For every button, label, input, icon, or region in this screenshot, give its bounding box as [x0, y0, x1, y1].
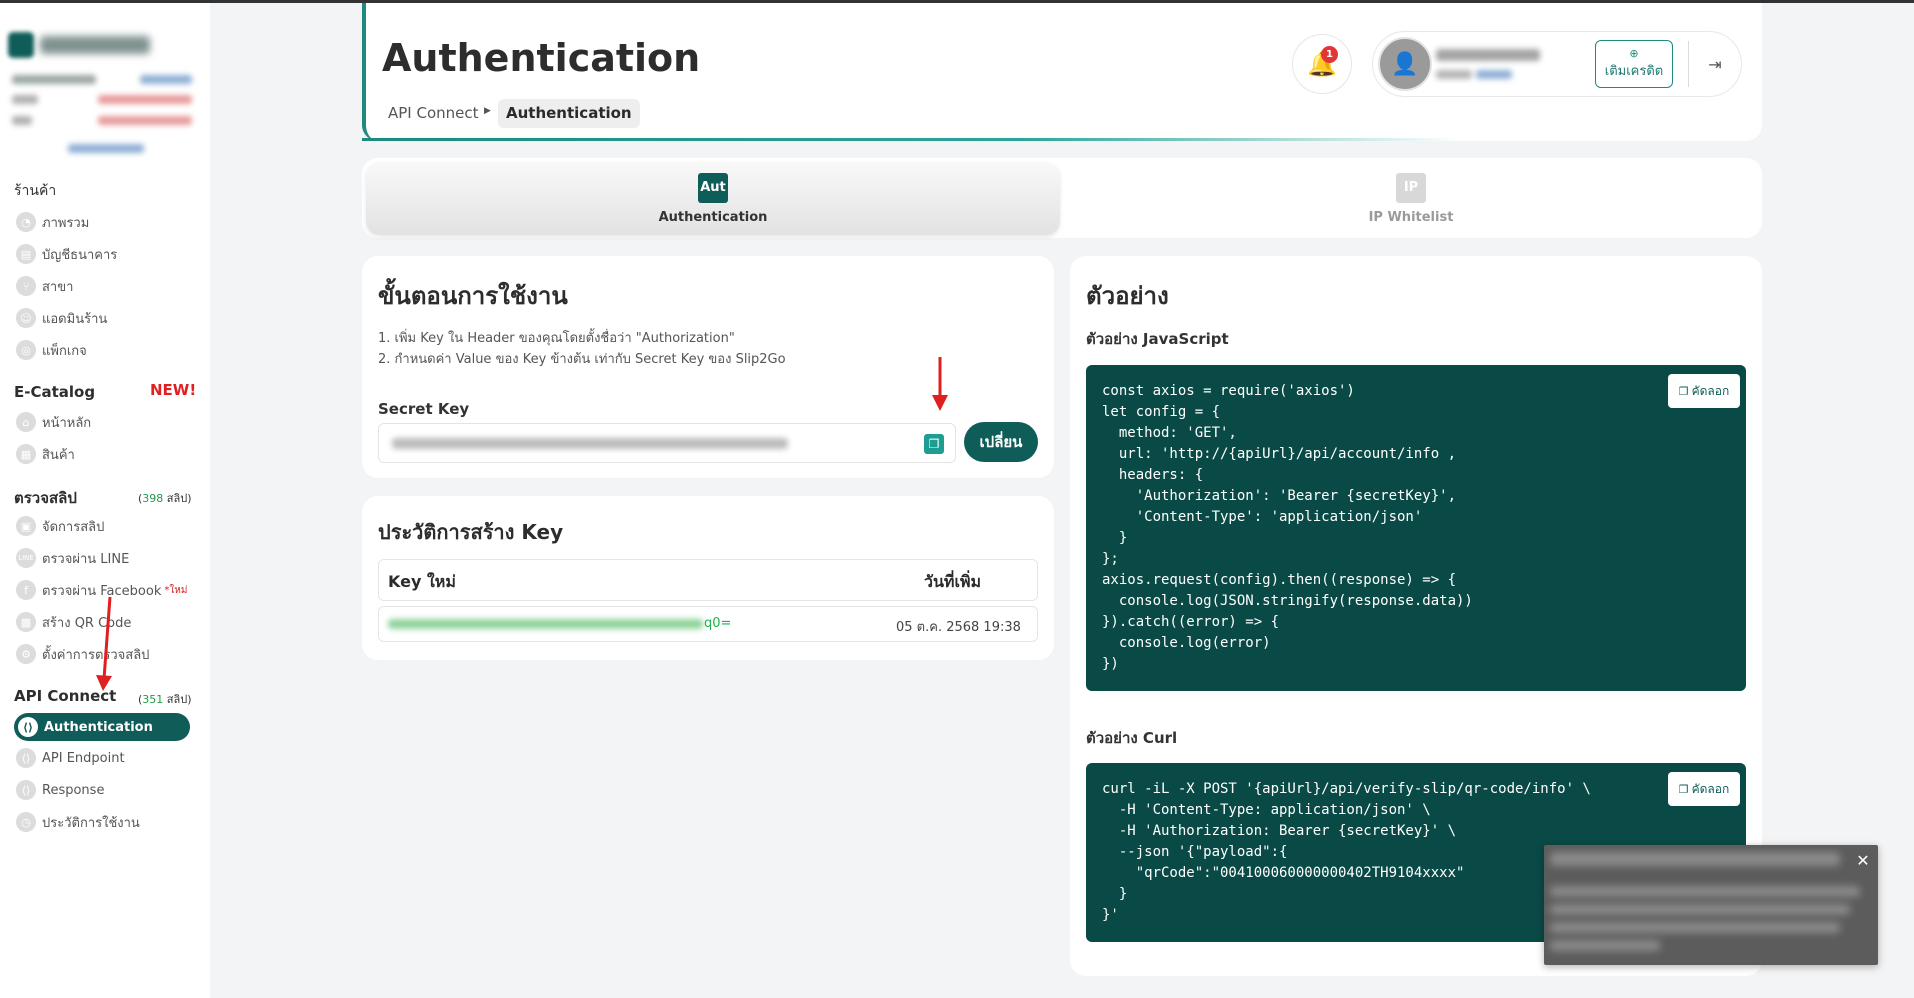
- divider: [1688, 41, 1689, 87]
- redacted-text: [12, 95, 38, 104]
- annotation-arrow-api: [96, 596, 112, 691]
- slip-icon: ▣: [16, 516, 36, 536]
- sidebar-item-usage-history[interactable]: ◷ ประวัติการใช้งาน: [16, 809, 191, 835]
- sidebar-item-manage-slips[interactable]: ▣ จัดการสลิป: [16, 513, 191, 539]
- curl-example-label: ตัวอย่าง Curl: [1086, 729, 1178, 747]
- auth-icon: ⟨⟩: [18, 717, 38, 737]
- annotation-arrow-copy: [932, 357, 948, 411]
- sidebar-item-products[interactable]: ▦ สินค้า: [16, 441, 191, 467]
- copy-js-button[interactable]: ❐ คัดลอก: [1668, 374, 1740, 408]
- toast-text-redacted: [1550, 904, 1850, 915]
- notification-button[interactable]: 🔔: [1292, 34, 1352, 94]
- breadcrumb-separator-icon: ▶: [484, 106, 491, 116]
- steps-title: ขั้นตอนการใช้งาน: [378, 282, 568, 310]
- qr-icon: ▩: [16, 612, 36, 632]
- tab-ip-whitelist[interactable]: IP IP Whitelist: [1064, 162, 1758, 235]
- curl-code: curl -iL -X POST '{apiUrl}/api/verify-sl…: [1102, 781, 1591, 923]
- redacted-text: [12, 75, 96, 84]
- product-icon: ▦: [16, 444, 36, 464]
- js-example-label: ตัวอย่าง JavaScript: [1086, 330, 1229, 348]
- bank-icon: ▤: [16, 244, 36, 264]
- step-2: 2. กำหนดค่า Value ของ Key ข้างต้น เท่ากั…: [378, 352, 786, 367]
- history-title: ประวัติการสร้าง Key: [378, 520, 564, 544]
- brand-logo: [8, 32, 34, 58]
- key-date: 05 ต.ค. 2568 19:38: [896, 620, 1021, 635]
- coin-icon: ⊕: [1629, 46, 1639, 60]
- shop-section-label: ร้านค้า: [14, 183, 57, 199]
- redacted-link[interactable]: [68, 144, 144, 153]
- key-value-tail: q0=: [704, 616, 732, 631]
- redacted-text: [1436, 70, 1472, 79]
- facebook-icon: f: [16, 580, 36, 600]
- sidebar-item-catalog-home[interactable]: ⌂ หน้าหลัก: [16, 409, 191, 435]
- toast-text-redacted: [1550, 886, 1860, 897]
- copy-icon: ❐: [928, 437, 940, 451]
- sidebar-item-response[interactable]: ⟨⟩ Response: [16, 777, 191, 803]
- history-icon: ◷: [16, 812, 36, 832]
- verify-section-label: ตรวจสลิป: [14, 489, 77, 507]
- breadcrumb-authentication: Authentication: [498, 99, 640, 128]
- step-1: 1. เพิ่ม Key ใน Header ของคุณโดยตั้งชื่อ…: [378, 331, 735, 346]
- verify-count-badge: (398 สลิป): [138, 492, 192, 505]
- ecatalog-section-label: E-Catalog: [14, 383, 96, 401]
- brand[interactable]: [8, 32, 150, 58]
- notification-badge: 1: [1321, 46, 1338, 63]
- redacted-text: [12, 116, 32, 125]
- header-accent-line: [362, 138, 1462, 141]
- toast-title-redacted: [1550, 852, 1840, 866]
- api-count-badge: (351 สลิป): [138, 693, 192, 706]
- toast-text-redacted: [1550, 940, 1660, 951]
- settings-icon: ⚙: [16, 644, 36, 664]
- js-code-block: const axios = require('axios') let confi…: [1086, 365, 1746, 691]
- branch-icon: ⑂: [16, 276, 36, 296]
- avatar[interactable]: 👤: [1378, 37, 1432, 91]
- redacted-username: [1436, 49, 1540, 61]
- response-icon: ⟨⟩: [16, 780, 36, 800]
- key-redacted: [388, 619, 703, 629]
- auth-tab-icon: Aut: [698, 172, 728, 203]
- line-icon: LINE: [16, 548, 36, 568]
- toast-text-redacted: [1550, 922, 1840, 933]
- logout-icon: ⇥: [1708, 54, 1722, 74]
- example-title: ตัวอย่าง: [1086, 282, 1169, 310]
- redacted-text: [98, 95, 192, 104]
- topup-button[interactable]: ⊕ เติมเครดิต: [1595, 40, 1673, 88]
- copy-curl-button[interactable]: ❐ คัดลอก: [1668, 772, 1740, 806]
- package-icon: ◎: [16, 340, 36, 360]
- copy-icon: ❐: [1678, 782, 1689, 796]
- logout-button[interactable]: ⇥: [1703, 52, 1727, 76]
- new-badge: NEW!: [150, 381, 197, 399]
- user-settings-icon: 👤: [1391, 51, 1419, 77]
- brand-name-redacted: [40, 36, 150, 54]
- secret-key-label: Secret Key: [378, 400, 470, 418]
- sidebar-item-branch[interactable]: ⑂ สาขา: [16, 273, 191, 299]
- close-icon: ✕: [1856, 850, 1870, 870]
- sidebar-item-admin[interactable]: ☺ แอดมินร้าน: [16, 305, 191, 331]
- endpoint-icon: ⟨⟩: [16, 748, 36, 768]
- sidebar-item-bank[interactable]: ▤ บัญชีธนาคาร: [16, 241, 191, 267]
- redacted-text: [98, 116, 192, 125]
- ip-tab-icon: IP: [1396, 172, 1426, 203]
- sidebar-item-package[interactable]: ◎ แพ็กเกจ: [16, 337, 191, 363]
- secret-key-redacted: [392, 438, 788, 449]
- column-header-date-added: วันที่เพิ่ม: [924, 572, 982, 591]
- tab-authentication[interactable]: Aut Authentication: [366, 162, 1060, 235]
- page-title: Authentication: [382, 36, 701, 80]
- sidebar-item-verify-line[interactable]: LINE ตรวจผ่าน LINE: [16, 545, 191, 571]
- dashboard-icon: ◔: [16, 212, 36, 232]
- breadcrumb-api-connect[interactable]: API Connect: [388, 104, 479, 122]
- copy-key-button[interactable]: ❐: [924, 434, 944, 454]
- toast-close-button[interactable]: ✕: [1852, 849, 1874, 871]
- copy-icon: ❐: [1678, 384, 1689, 398]
- sidebar-item-overview[interactable]: ◔ ภาพรวม: [16, 209, 191, 235]
- home-icon: ⌂: [16, 412, 36, 432]
- sidebar-item-authentication[interactable]: ⟨⟩ Authentication: [14, 713, 190, 741]
- admin-icon: ☺: [16, 308, 36, 328]
- sidebar-item-api-endpoint[interactable]: ⟨⟩ API Endpoint: [16, 745, 191, 771]
- change-key-button[interactable]: เปลี่ยน: [964, 422, 1038, 462]
- redacted-credit: [1476, 70, 1512, 79]
- js-code: const axios = require('axios') let confi…: [1102, 383, 1473, 672]
- column-header-new-key: Key ใหม่: [388, 572, 456, 591]
- redacted-text: [140, 75, 192, 84]
